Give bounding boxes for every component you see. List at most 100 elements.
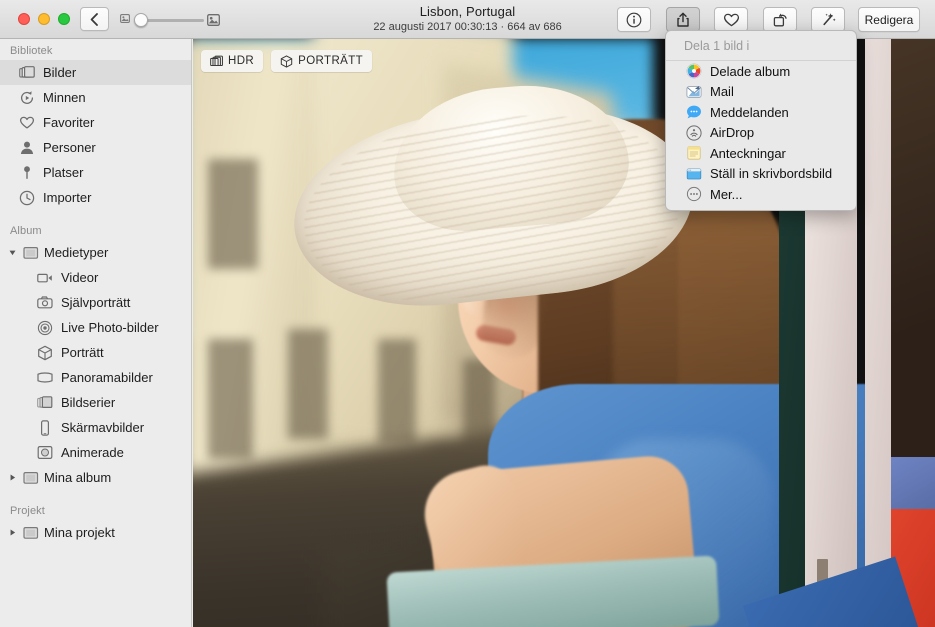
folder-icon	[22, 244, 39, 261]
sidebar-item-label: Mina projekt	[44, 525, 115, 540]
sidebar-item-skarmavbilder[interactable]: Skärmavbilder	[0, 415, 191, 440]
hdr-badge[interactable]: HDR	[201, 50, 264, 72]
share-item-mer[interactable]: Mer...	[666, 184, 856, 205]
sidebar-item-bilder[interactable]: Bilder	[0, 60, 191, 85]
slider-knob[interactable]	[134, 13, 148, 27]
heart-icon	[723, 13, 739, 26]
sidebar-item-personer[interactable]: Personer	[0, 135, 191, 160]
screenshot-icon	[36, 419, 53, 436]
sidebar-item-live-photo-bilder[interactable]: Live Photo-bilder	[0, 315, 191, 340]
sidebar-item-label: Minnen	[43, 90, 86, 105]
portrait-badge[interactable]: PORTRÄTT	[271, 50, 373, 72]
sidebar: Bibliotek Bilder Minnen Favoriter Person…	[0, 39, 192, 627]
info-button[interactable]	[617, 7, 651, 32]
notes-app-icon	[687, 146, 701, 160]
sidebar-item-label: Videor	[61, 270, 99, 285]
hdr-badge-label: HDR	[228, 55, 255, 67]
favorite-button[interactable]	[714, 7, 748, 32]
rotate-button[interactable]	[763, 7, 797, 32]
sidebar-item-medietyper[interactable]: Medietyper	[0, 240, 191, 265]
info-icon	[626, 12, 642, 27]
edit-button[interactable]: Redigera	[858, 7, 920, 32]
sidebar-item-importer[interactable]: Importer	[0, 185, 191, 210]
desktop-picture-icon	[686, 168, 702, 180]
sidebar-item-label: Platser	[43, 165, 84, 180]
sidebar-item-label: Bildserier	[61, 395, 116, 410]
sidebar-item-label: Personer	[43, 140, 96, 155]
share-item-airdrop[interactable]: AirDrop	[666, 123, 856, 144]
sidebar-section-header-projekt: Projekt	[10, 505, 45, 517]
sidebar-item-platser[interactable]: Platser	[0, 160, 191, 185]
sidebar-item-favoriter[interactable]: Favoriter	[0, 110, 191, 135]
burst-icon	[36, 394, 53, 411]
memories-icon	[18, 89, 35, 106]
share-item-mail[interactable]: Mail	[666, 82, 856, 103]
photo-window-1	[208, 159, 258, 269]
share-item-label: Meddelanden	[710, 104, 789, 120]
traffic-lights	[18, 13, 70, 25]
messages-app-icon	[687, 105, 701, 119]
airdrop-icon	[686, 125, 702, 141]
sidebar-item-label: Animerade	[61, 445, 124, 460]
photo-window-5	[378, 339, 416, 444]
sidebar-item-label: Favoriter	[43, 115, 95, 130]
share-item-meddelanden[interactable]: Meddelanden	[666, 102, 856, 123]
sidebar-item-mina-album[interactable]: Mina album	[0, 465, 191, 490]
disclosure-triangle-collapsed-icon[interactable]	[8, 524, 17, 541]
sidebar-item-videor[interactable]: Videor	[0, 265, 191, 290]
photo-dark-pane	[888, 39, 935, 457]
sidebar-item-sjalvportratt[interactable]: Självporträtt	[0, 290, 191, 315]
cube-icon	[280, 54, 293, 68]
sidebar-item-animerade[interactable]: Animerade	[0, 440, 191, 465]
edit-button-label: Redigera	[864, 12, 914, 27]
large-photo-icon	[207, 14, 220, 26]
photos-window: Lisbon, Portugal 22 augusti 2017 00:30:1…	[0, 0, 935, 627]
disclosure-triangle-expanded-icon[interactable]	[8, 244, 17, 261]
cube-icon	[36, 344, 53, 361]
magic-wand-icon	[822, 12, 836, 25]
share-item-label: Anteckningar	[710, 145, 786, 161]
share-popover: Dela 1 bild i Delade album Mail Meddelan…	[665, 30, 857, 211]
photos-app-icon	[686, 63, 702, 79]
small-photo-icon	[120, 14, 130, 23]
video-icon	[36, 269, 53, 286]
sidebar-item-panoramabilder[interactable]: Panoramabilder	[0, 365, 191, 390]
share-icon	[677, 12, 689, 27]
back-button[interactable]	[80, 7, 109, 31]
sidebar-item-minnen[interactable]: Minnen	[0, 85, 191, 110]
close-button[interactable]	[18, 13, 30, 25]
share-item-label: Mer...	[710, 186, 743, 202]
photo-badges: HDR PORTRÄTT	[201, 50, 373, 72]
share-item-anteckningar[interactable]: Anteckningar	[666, 143, 856, 164]
enhance-button[interactable]	[811, 7, 845, 32]
animated-icon	[36, 444, 53, 461]
sidebar-item-bildserier[interactable]: Bildserier	[0, 390, 191, 415]
sidebar-item-label: Självporträtt	[61, 295, 131, 310]
panorama-icon	[36, 369, 53, 386]
live-photo-icon	[36, 319, 53, 336]
sidebar-item-mina-projekt[interactable]: Mina projekt	[0, 520, 191, 545]
sidebar-item-label: Porträtt	[61, 345, 104, 360]
sidebar-item-label: Skärmavbilder	[61, 420, 145, 435]
share-item-stall-in-skrivbordsbild[interactable]: Ställ in skrivbordsbild	[666, 164, 856, 185]
hdr-layers-icon	[210, 55, 223, 66]
portrait-badge-label: PORTRÄTT	[298, 55, 364, 67]
mail-app-icon	[686, 85, 702, 98]
sidebar-item-label: Importer	[43, 190, 92, 205]
sidebar-item-label: Live Photo-bilder	[61, 320, 159, 335]
photo-window-frame-right	[865, 39, 891, 627]
zoom-button[interactable]	[58, 13, 70, 25]
thumbnail-size-slider[interactable]	[120, 13, 220, 27]
share-button[interactable]	[666, 7, 700, 32]
chevron-left-icon	[90, 12, 98, 26]
folder-icon	[22, 524, 39, 541]
minimize-button[interactable]	[38, 13, 50, 25]
photos-stack-icon	[18, 64, 35, 81]
share-item-delade-album[interactable]: Delade album	[666, 61, 856, 82]
sidebar-item-portratt[interactable]: Porträtt	[0, 340, 191, 365]
disclosure-triangle-collapsed-icon[interactable]	[8, 469, 17, 486]
folder-icon	[22, 469, 39, 486]
share-item-label: Ställ in skrivbordsbild	[710, 166, 833, 182]
sidebar-item-label: Mina album	[44, 470, 112, 485]
photo-window-2	[208, 339, 253, 459]
